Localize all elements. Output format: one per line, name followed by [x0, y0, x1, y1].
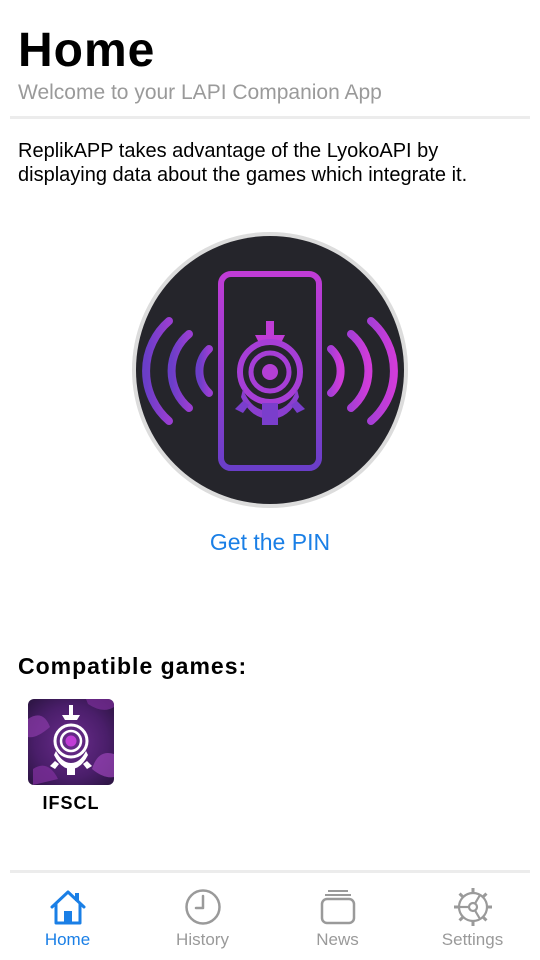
tab-home[interactable]: Home: [0, 873, 135, 960]
header-divider: [10, 116, 530, 119]
tab-label-home: Home: [44, 930, 91, 949]
tab-bar: Home History News Settings: [0, 873, 540, 960]
intro-text: ReplikAPP takes advantage of the LyokoAP…: [18, 140, 468, 186]
page-header: Home Welcome to your LAPI Companion App: [18, 24, 522, 106]
clock-icon: [184, 889, 221, 925]
gear-icon: [453, 888, 492, 926]
tab-label-settings: Settings: [441, 930, 504, 949]
tab-history[interactable]: History: [135, 873, 270, 960]
get-pin-link[interactable]: Get the PIN: [0, 529, 540, 556]
hero-logo: [131, 231, 409, 509]
tab-label-history: History: [176, 930, 229, 949]
phone-signal-eye-logo-icon: [132, 232, 408, 508]
page-subtitle: Welcome to your LAPI Companion App: [18, 81, 382, 104]
ifscl-game-icon: [28, 699, 114, 785]
game-label: IFSCL: [42, 793, 100, 813]
house-icon: [50, 890, 85, 925]
tab-settings[interactable]: Settings: [405, 873, 540, 960]
news-stack-icon: [320, 890, 355, 925]
game-tile-ifscl[interactable]: IFSCL: [28, 699, 114, 814]
compatible-games-title: Compatible games:: [18, 653, 248, 679]
tab-news[interactable]: News: [270, 873, 405, 960]
page-title: Home: [18, 24, 156, 77]
tab-label-news: News: [316, 930, 359, 949]
